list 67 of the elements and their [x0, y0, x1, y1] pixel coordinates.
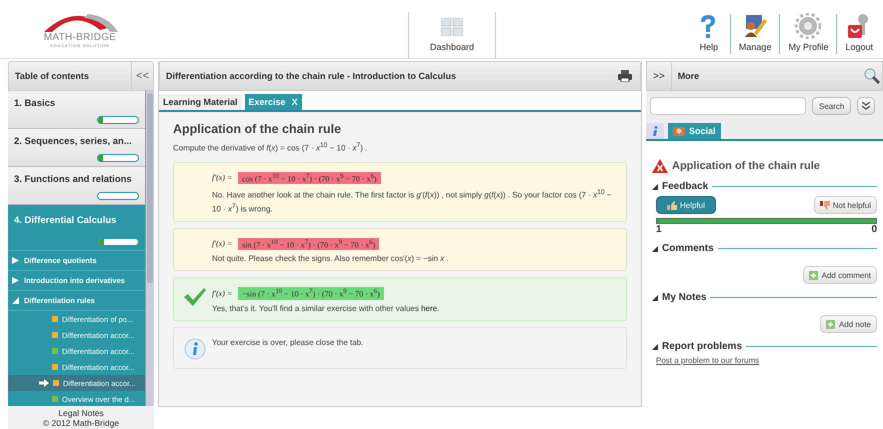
- formula-text: f′(x) =: [212, 239, 232, 248]
- people-pencil-icon: [742, 13, 768, 39]
- checkmark-icon: [184, 288, 206, 306]
- warning-icon: [652, 159, 668, 173]
- section-title: Comments: [662, 243, 714, 254]
- add-icon: [826, 320, 836, 328]
- nav-button[interactable]: Manage: [732, 13, 778, 52]
- vote-button[interactable]: Helpful: [656, 196, 716, 214]
- search-field[interactable]: [650, 97, 806, 115]
- answer-formula: cos (7 · x$^{10}$ − 10 · x$^{7}$) · (70 · x$^{9}$ − 70 · x$^{6}$): [238, 172, 381, 184]
- expand-button[interactable]: >>: [647, 62, 672, 90]
- people-icon: [673, 126, 685, 136]
- add-icon: [808, 270, 819, 280]
- feedback-text: No. Have another look at the chain rule. The first factor is g′(f(x)) , not simply g(f(x)) . So your factor cos (7 · x$^{10}$ − 10 · x$^{7}$) is wrong.: [212, 188, 612, 215]
- link[interactable]: here: [421, 304, 438, 313]
- expanded-triangle-icon[interactable]: [652, 184, 658, 190]
- current-arrow-icon: [39, 379, 49, 387]
- chapter-item[interactable]: 2. Sequences, series, an...: [8, 129, 145, 167]
- search-button[interactable]: Search: [812, 97, 852, 115]
- info-icon: [184, 338, 206, 360]
- expanded-triangle-icon[interactable]: [652, 246, 658, 252]
- panel-title: Differentiation according to the chain rule - Introduction to Calculus: [166, 71, 458, 81]
- search-icon[interactable]: [864, 68, 880, 84]
- section-title: My Notes: [662, 292, 706, 303]
- add-button[interactable]: Add comment: [802, 266, 877, 284]
- formula-text: f′(x) =: [212, 173, 232, 182]
- print-icon[interactable]: [618, 70, 632, 82]
- double-chevron-icon: [862, 102, 870, 110]
- vote-count: 0: [871, 224, 877, 235]
- vote-count: 1: [656, 224, 662, 235]
- dashboard-icon: [441, 18, 463, 36]
- vote-button[interactable]: Not helpful: [814, 196, 877, 214]
- legal-notes-link[interactable]: Legal Notes: [8, 408, 154, 418]
- chapter-item[interactable]: 1. Basics: [8, 91, 145, 129]
- feedback-text: Your exercise is over, please close the tab.: [212, 336, 364, 348]
- exercise-title: Application of the chain rule: [672, 160, 820, 172]
- expanded-triangle-icon[interactable]: [652, 294, 658, 300]
- section-title: Report problems: [662, 341, 742, 352]
- formula-text: f′(x) =: [212, 289, 232, 298]
- nav-button[interactable]: Logout: [839, 13, 879, 52]
- feedback-text: Not quite. Please check the signs. Also remember cos′(x) = −sin x .: [212, 253, 450, 264]
- answer-formula: −sin (7 · x$^{10}$ − 10 · x$^{7}$) · (70 · x$^{9}$ − 70 · x$^{6}$): [238, 287, 384, 300]
- tab[interactable]: Learning Material: [159, 94, 242, 110]
- thumbs-down-icon: [820, 200, 830, 210]
- exercise-heading: Application of the chain rule: [173, 122, 342, 136]
- collapse-button[interactable]: <<: [131, 62, 153, 90]
- exercise-prompt: Compute the derivative of f(x) = cos (7 · x$^{10}$ − 10 · x$^{7}$) .: [173, 142, 368, 153]
- expand-button[interactable]: [857, 97, 876, 115]
- add-button[interactable]: Add note: [820, 315, 877, 333]
- dashboard-button[interactable]: Dashboard: [408, 12, 496, 58]
- panel-title: Table of contents: [15, 71, 90, 81]
- tab[interactable]: [646, 123, 664, 139]
- nav-button[interactable]: Help: [690, 13, 728, 52]
- gear-icon: [795, 13, 822, 39]
- copyright-text: © 2012 Math-Bridge: [42, 418, 120, 428]
- answer-formula: sin (7 · x$^{10}$ − 10 · x$^{7}$) · (70 · x$^{9}$ − 70 · x$^{6}$): [238, 238, 380, 250]
- info-icon: [651, 126, 659, 136]
- logo-text: MATH-BRIDGE: [44, 32, 116, 43]
- link[interactable]: Post a problem to our forums: [656, 356, 877, 365]
- thumbs-up-icon: [667, 200, 677, 210]
- chapter-item[interactable]: 3. Functions and relations: [8, 167, 145, 205]
- section-title: Feedback: [662, 181, 708, 192]
- feedback-text: Yes, that's it. You'll find a similar exercise with other values here.: [212, 302, 440, 314]
- panel-title: More: [678, 71, 700, 81]
- nav-button[interactable]: My Profile: [782, 13, 834, 52]
- scrollbar[interactable]: [145, 91, 154, 406]
- expanded-triangle-icon[interactable]: [652, 344, 658, 350]
